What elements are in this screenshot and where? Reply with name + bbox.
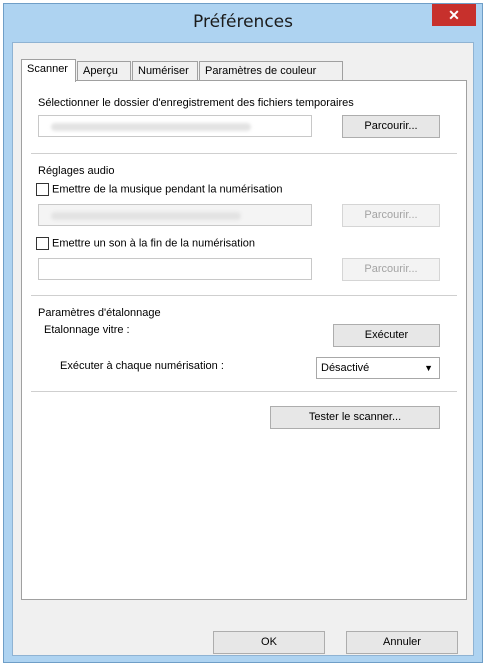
sound-checkbox[interactable]: Emettre un son à la fin de la numérisati… bbox=[36, 237, 255, 251]
calibrate-each-scan-select[interactable]: Désactivé ▼ bbox=[316, 357, 440, 379]
cancel-button[interactable]: Annuler bbox=[346, 631, 458, 654]
music-checkbox-label: Emettre de la musique pendant la numéris… bbox=[52, 183, 283, 196]
divider bbox=[31, 391, 457, 393]
tab-apercu[interactable]: Aperçu bbox=[77, 61, 131, 81]
music-checkbox[interactable]: Emettre de la musique pendant la numéris… bbox=[36, 183, 283, 197]
platen-calibration-label: Etalonnage vitre : bbox=[44, 324, 130, 336]
title-bar[interactable]: Préférences ✕ bbox=[4, 4, 482, 42]
calibration-heading: Paramètres d'étalonnage bbox=[38, 307, 161, 319]
close-button[interactable]: ✕ bbox=[432, 4, 476, 26]
sound-checkbox-box[interactable] bbox=[36, 237, 49, 250]
run-calibration-button[interactable]: Exécuter bbox=[333, 324, 440, 347]
close-icon: ✕ bbox=[448, 7, 460, 23]
temp-folder-field[interactable] bbox=[38, 115, 312, 137]
temp-folder-path-obscured bbox=[51, 123, 251, 131]
calibrate-each-scan-label: Exécuter à chaque numérisation : bbox=[60, 360, 224, 372]
music-browse-button[interactable]: Parcourir... bbox=[342, 204, 440, 227]
preferences-window: Préférences ✕ Scanner Aperçu Numériser P… bbox=[3, 3, 483, 663]
ok-button[interactable]: OK bbox=[213, 631, 325, 654]
sound-file-field[interactable] bbox=[38, 258, 312, 280]
divider bbox=[31, 295, 457, 297]
test-scanner-button[interactable]: Tester le scanner... bbox=[270, 406, 440, 429]
chevron-down-icon: ▼ bbox=[424, 363, 433, 373]
dialog-client-area: Scanner Aperçu Numériser Paramètres de c… bbox=[12, 42, 474, 656]
scanner-tab-panel: Sélectionner le dossier d'enregistrement… bbox=[21, 80, 467, 600]
sound-checkbox-label: Emettre un son à la fin de la numérisati… bbox=[52, 237, 256, 250]
temp-folder-label: Sélectionner le dossier d'enregistrement… bbox=[38, 97, 354, 109]
music-file-field[interactable] bbox=[38, 204, 312, 226]
tab-numeriser[interactable]: Numériser bbox=[132, 61, 198, 81]
tab-parametres-couleur[interactable]: Paramètres de couleur bbox=[199, 61, 343, 81]
divider bbox=[31, 153, 457, 155]
tab-scanner[interactable]: Scanner bbox=[21, 59, 76, 82]
music-checkbox-box[interactable] bbox=[36, 183, 49, 196]
sound-browse-button[interactable]: Parcourir... bbox=[342, 258, 440, 281]
calibrate-each-scan-value: Désactivé bbox=[321, 362, 370, 374]
music-file-path-obscured bbox=[51, 212, 241, 220]
temp-folder-browse-button[interactable]: Parcourir... bbox=[342, 115, 440, 138]
window-title: Préférences bbox=[193, 12, 293, 32]
audio-heading: Réglages audio bbox=[38, 165, 115, 177]
